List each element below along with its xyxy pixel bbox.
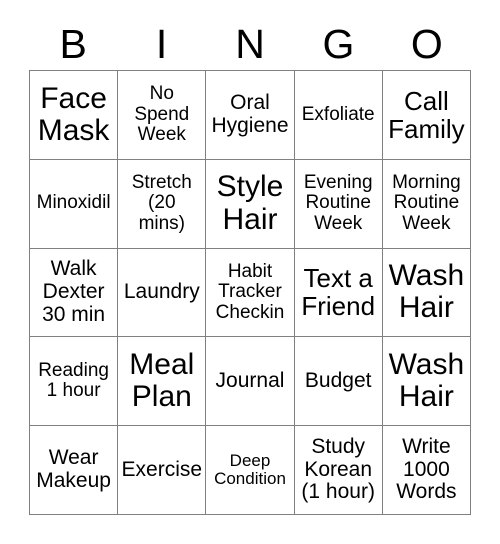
bingo-header-row: B I N G O <box>29 18 471 70</box>
bingo-cell-r2c3[interactable]: Style Hair <box>206 159 295 249</box>
bingo-cell-label: Text a Friend <box>301 263 376 322</box>
bingo-header-letter-g: G <box>322 20 355 67</box>
bingo-cell-label: Habit Tracker Checkin <box>215 260 285 323</box>
bingo-cell-r1c3[interactable]: Oral Hygiene <box>206 71 295 160</box>
bingo-cell-r2c2[interactable]: Stretch (20 mins) <box>118 159 207 249</box>
bingo-cell-label: Oral Hygiene <box>211 91 289 137</box>
bingo-cell-label: Reading 1 hour <box>38 359 109 402</box>
bingo-cell-label: Stretch (20 mins) <box>131 171 192 234</box>
bingo-cell-r5c3[interactable]: Deep Condition <box>206 426 295 515</box>
bingo-cell-label: Laundry <box>123 280 200 304</box>
bingo-cell-r1c4[interactable]: Exfoliate <box>294 71 383 160</box>
bingo-header-letter-i: I <box>155 20 168 67</box>
bingo-cell-label: No Spend Week <box>134 83 190 146</box>
bingo-cell-r1c1[interactable]: Face Mask <box>30 71 119 160</box>
bingo-cell-label: Evening Routine Week <box>303 171 373 234</box>
bingo-cell-label: Wash Hair <box>388 259 465 325</box>
bingo-cell-r3c3[interactable]: Habit Tracker Checkin <box>206 248 295 338</box>
bingo-cell-label: Exercise <box>121 457 203 481</box>
bingo-cell-label: Call Family <box>388 85 465 144</box>
bingo-cell-label: Journal <box>215 368 285 392</box>
bingo-cell-label: Minoxidil <box>36 192 111 214</box>
bingo-cell-r5c5[interactable]: Write 1000 Words <box>382 426 471 515</box>
bingo-cell-label: Wash Hair <box>388 347 465 414</box>
bingo-cell-r5c1[interactable]: Wear Makeup <box>30 426 119 515</box>
bingo-cell-label: Morning Routine Week <box>392 171 461 234</box>
bingo-cell-label: Write 1000 Words <box>396 435 457 504</box>
bingo-cell-label: Budget <box>304 368 372 392</box>
bingo-cell-r4c5[interactable]: Wash Hair <box>382 337 471 427</box>
bingo-cell-r3c4[interactable]: Text a Friend <box>294 248 383 338</box>
bingo-cell-label: Exfoliate <box>301 103 375 125</box>
bingo-cell-r1c2[interactable]: No Spend Week <box>118 71 207 160</box>
bingo-cell-r2c4[interactable]: Evening Routine Week <box>294 159 383 249</box>
bingo-cell-label: Deep Condition <box>214 450 286 489</box>
bingo-cell-r4c2[interactable]: Meal Plan <box>118 337 207 427</box>
bingo-cell-r5c2[interactable]: Exercise <box>118 426 207 515</box>
bingo-cell-r4c4[interactable]: Budget <box>294 337 383 427</box>
bingo-cell-r3c2[interactable]: Laundry <box>118 248 207 338</box>
bingo-grid: Face Mask No Spend Week Oral Hygiene Exfoli… <box>29 70 471 515</box>
bingo-cell-r3c5[interactable]: Wash Hair <box>382 248 471 338</box>
bingo-cell-r2c5[interactable]: Morning Routine Week <box>382 159 471 249</box>
bingo-cell-r4c1[interactable]: Reading 1 hour <box>30 337 119 427</box>
bingo-cell-r3c1[interactable]: Walk Dexter 30 min <box>30 248 119 338</box>
bingo-cell-r2c1[interactable]: Minoxidil <box>30 159 119 249</box>
bingo-cell-r4c3[interactable]: Journal <box>206 337 295 427</box>
bingo-cell-label: Walk Dexter 30 min <box>42 257 106 326</box>
bingo-cell-r5c4[interactable]: Study Korean (1 hour) <box>294 426 383 515</box>
bingo-cell-label: Style Hair <box>216 170 284 236</box>
bingo-header-letter-o: O <box>410 20 443 67</box>
bingo-cell-label: Wear Makeup <box>36 446 111 493</box>
bingo-header-letter-n: N <box>235 20 265 67</box>
bingo-cell-r1c5[interactable]: Call Family <box>382 71 471 160</box>
bingo-cell-label: Study Korean (1 hour) <box>301 435 375 504</box>
bingo-cell-label: Meal Plan <box>129 347 195 414</box>
bingo-card: B I N G O Face Mask No Spend Week Oral Hyg… <box>0 0 500 544</box>
bingo-header-letter-b: B <box>59 20 87 67</box>
bingo-cell-label: Face Mask <box>37 81 110 147</box>
